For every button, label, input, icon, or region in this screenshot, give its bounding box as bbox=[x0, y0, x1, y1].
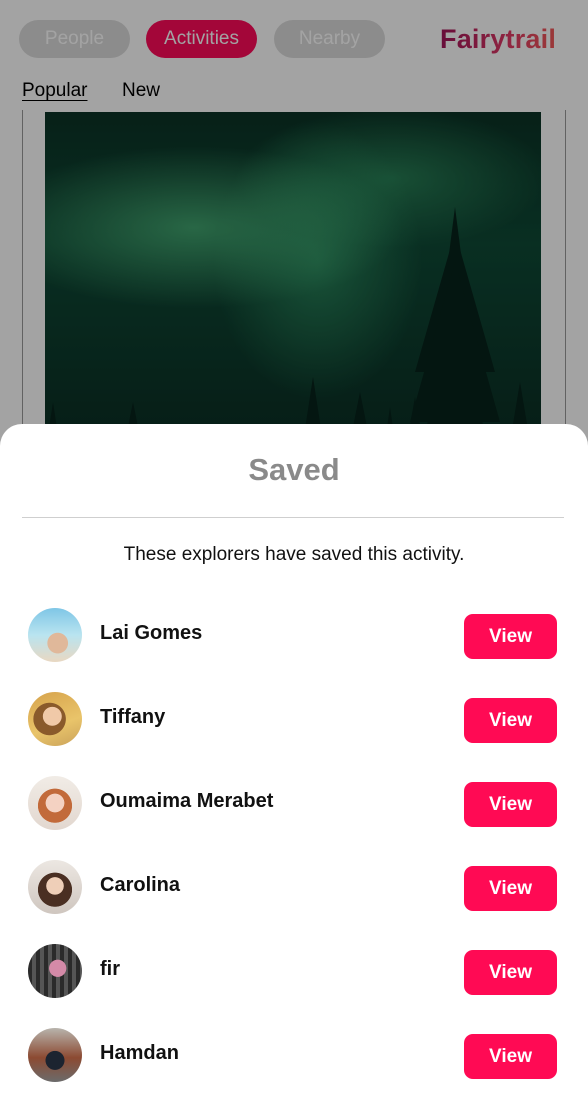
explorer-name: Carolina bbox=[100, 874, 181, 896]
view-button[interactable]: View bbox=[464, 1034, 557, 1079]
view-button[interactable]: View bbox=[464, 782, 557, 827]
list-item: Oumaima Merabet View bbox=[0, 776, 588, 860]
explorer-name: fir bbox=[100, 958, 120, 980]
avatar[interactable] bbox=[28, 608, 82, 662]
avatar[interactable] bbox=[28, 692, 82, 746]
explorer-name: Hamdan bbox=[100, 1042, 179, 1064]
avatar[interactable] bbox=[28, 944, 82, 998]
view-button[interactable]: View bbox=[464, 950, 557, 995]
explorer-name: Oumaima Merabet bbox=[100, 790, 274, 812]
sheet-description: These explorers have saved this activity… bbox=[123, 544, 465, 565]
view-button[interactable]: View bbox=[464, 698, 557, 743]
saved-sheet: Saved These explorers have saved this ac… bbox=[0, 424, 588, 1095]
list-item: Lai Gomes View bbox=[0, 608, 588, 692]
list-item: Tiffany View bbox=[0, 692, 588, 776]
view-button[interactable]: View bbox=[464, 866, 557, 911]
avatar[interactable] bbox=[28, 860, 82, 914]
list-item: Hamdan View bbox=[0, 1028, 588, 1095]
list-item: Carolina View bbox=[0, 860, 588, 944]
view-button[interactable]: View bbox=[464, 614, 557, 659]
avatar[interactable] bbox=[28, 1028, 82, 1082]
avatar[interactable] bbox=[28, 776, 82, 830]
divider bbox=[22, 517, 564, 518]
screen: People Activities Nearby Fairytrail Popu… bbox=[0, 0, 588, 1095]
list-item: fir View bbox=[0, 944, 588, 1028]
explorer-name: Lai Gomes bbox=[100, 622, 203, 644]
sheet-title: Saved bbox=[248, 452, 340, 487]
explorer-name: Tiffany bbox=[100, 706, 166, 728]
